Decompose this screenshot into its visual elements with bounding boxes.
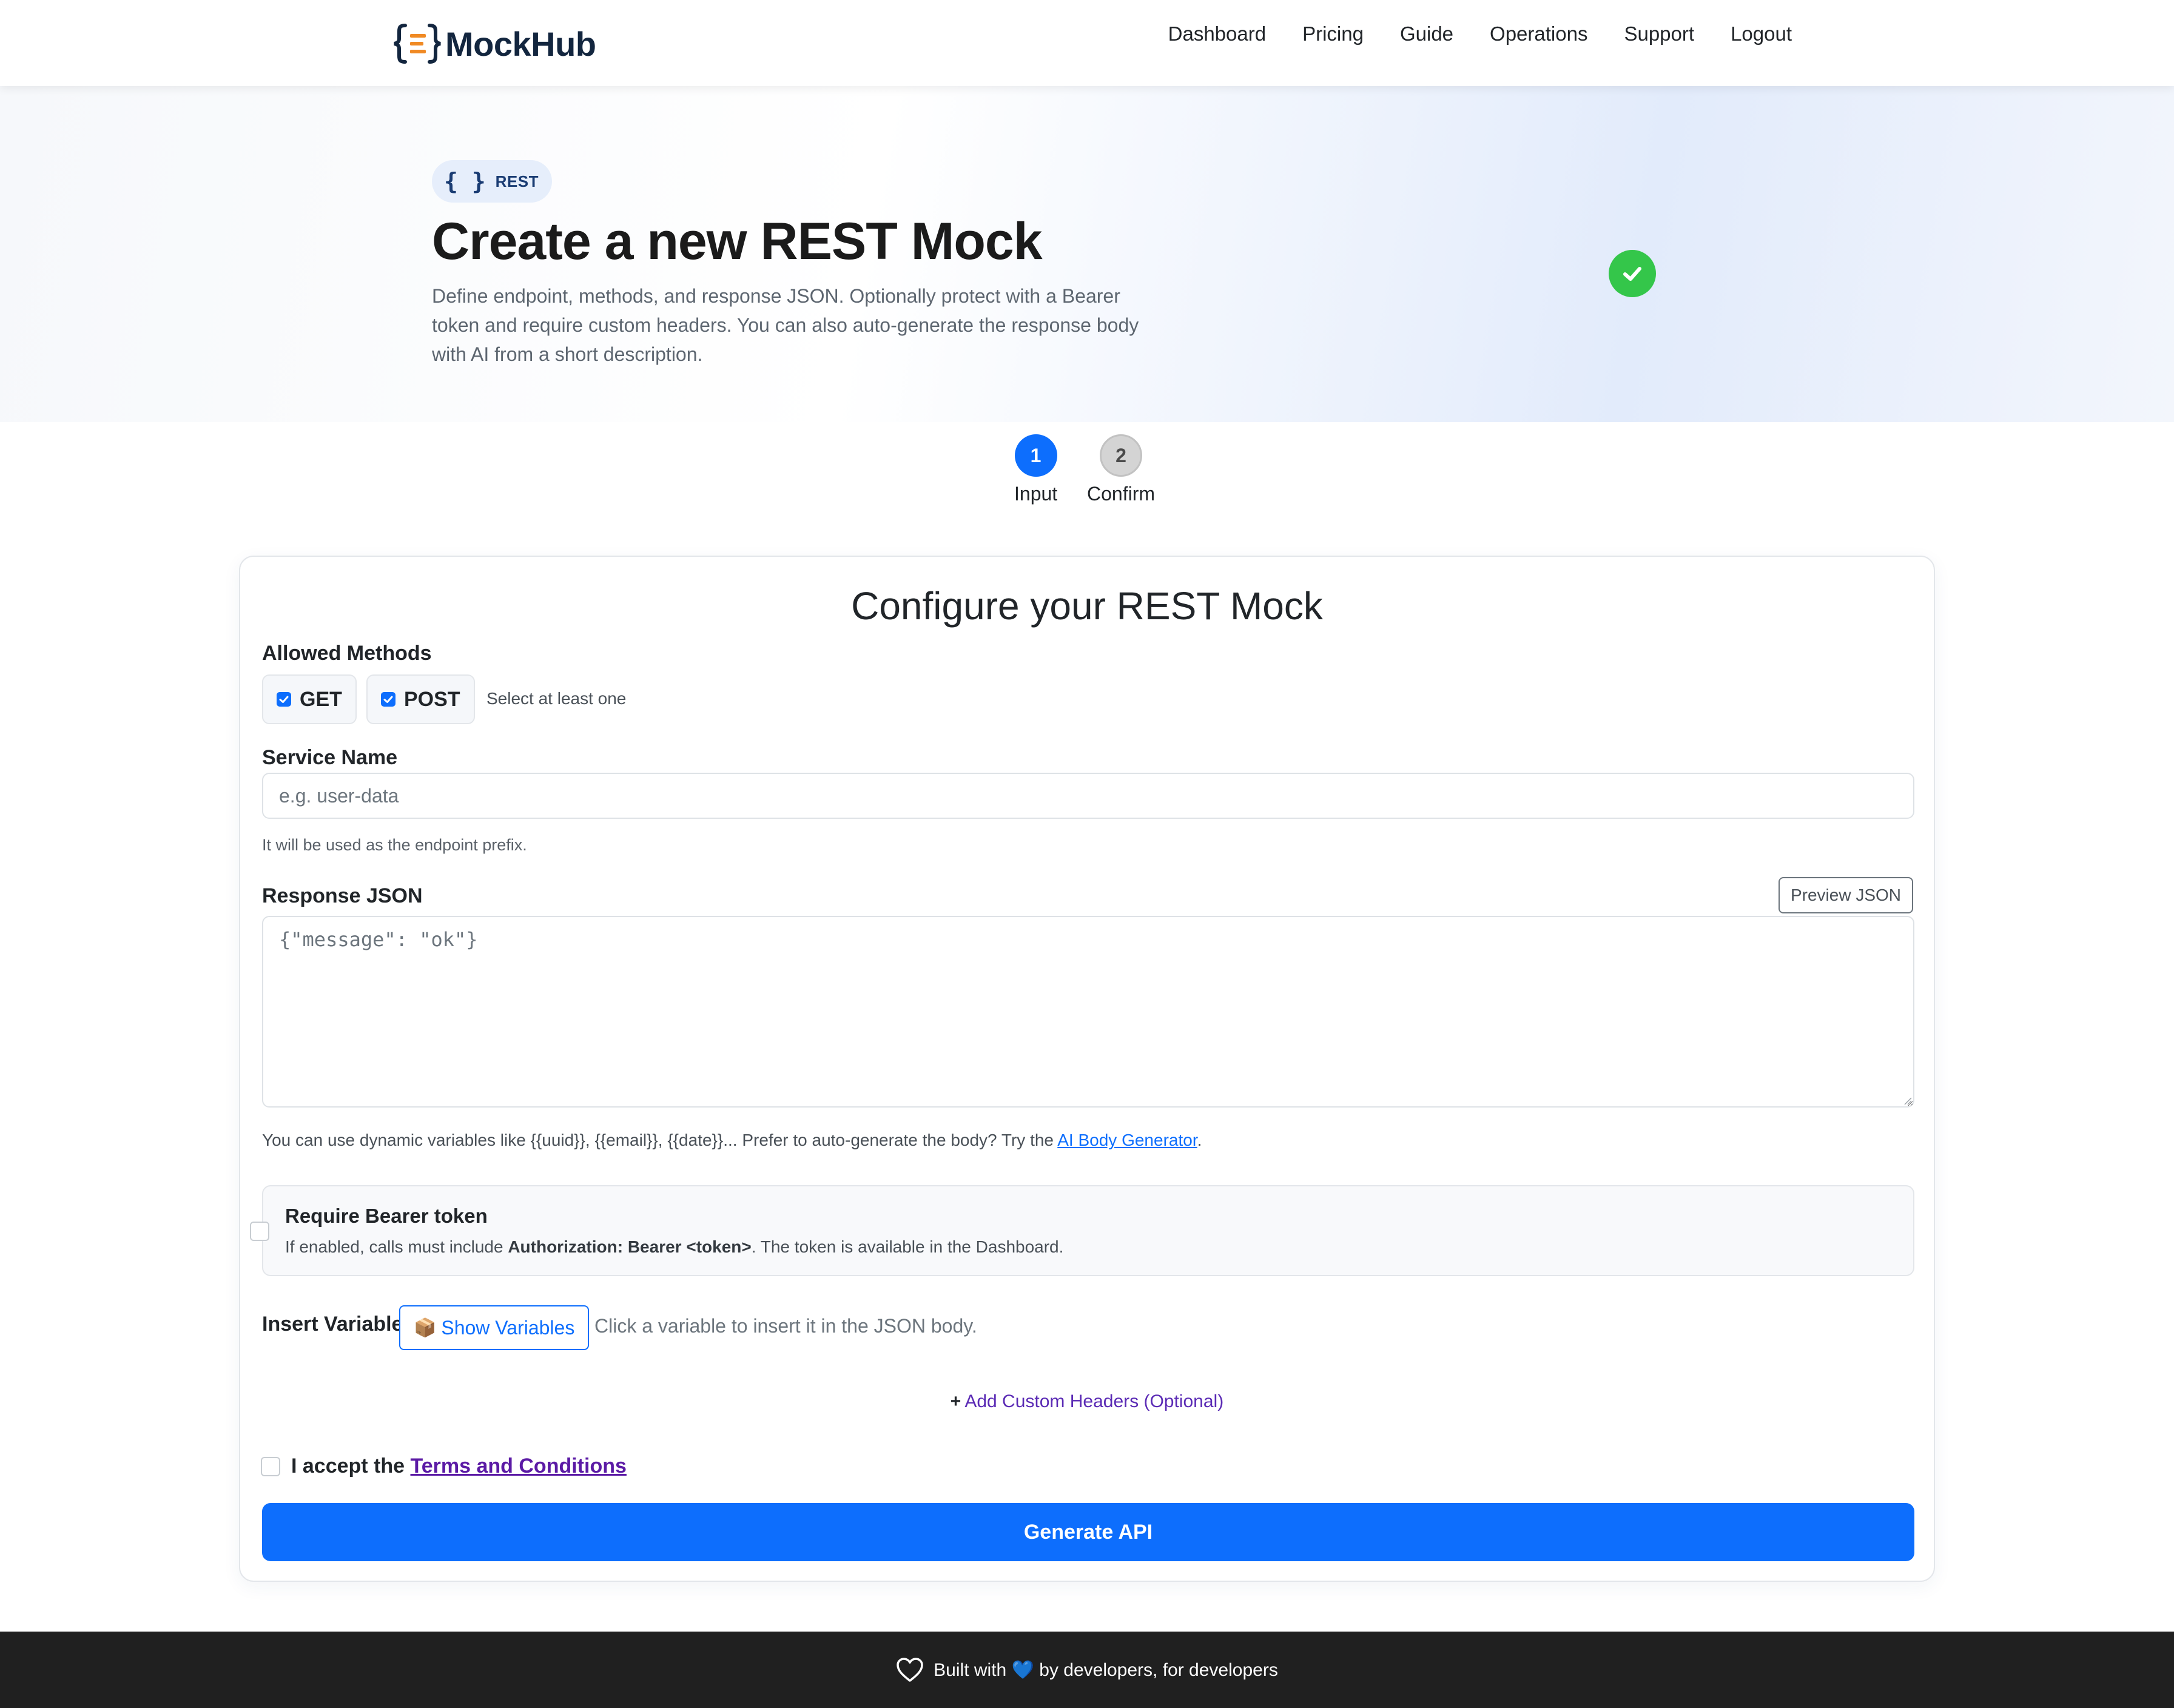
footer-text-before: Built with — [934, 1659, 1012, 1680]
card-title: Configure your REST Mock — [851, 584, 1323, 628]
nav-guide[interactable]: Guide — [1400, 22, 1453, 46]
badge-label: REST — [495, 172, 539, 190]
brand-logo[interactable]: MockHub — [392, 22, 596, 66]
bearer-header-example: Authorization: Bearer <token> — [508, 1237, 752, 1256]
checkbox-checked-icon[interactable] — [277, 692, 291, 707]
step-number: 2 — [1100, 434, 1142, 477]
insert-variable-label: Insert Variable — [262, 1313, 403, 1336]
footer-text: Built with 💙 by developers, for develope… — [934, 1659, 1278, 1681]
terms-label: I accept the Terms and Conditions — [291, 1454, 627, 1478]
bearer-desc-prefix: If enabled, calls must include — [285, 1237, 508, 1256]
show-variables-button[interactable]: 📦 Show Variables — [399, 1305, 590, 1350]
method-post-label: POST — [404, 687, 460, 711]
terms-link[interactable]: Terms and Conditions — [411, 1454, 627, 1478]
hero: { } REST Create a new REST Mock Define e… — [0, 86, 2174, 422]
show-variables-label: Show Variables — [441, 1316, 575, 1339]
generate-api-button[interactable]: Generate API — [262, 1503, 1914, 1561]
navbar: MockHub Dashboard Pricing Guide Operatio… — [0, 0, 2174, 86]
bearer-token-panel: Require Bearer token If enabled, calls m… — [250, 1185, 1914, 1276]
bearer-token-title: Require Bearer token — [285, 1205, 488, 1227]
dynamic-help-text: You can use dynamic variables like {{uui… — [262, 1131, 1058, 1149]
variables-hint: Click a variable to insert it in the JSO… — [594, 1315, 977, 1337]
terms-prefix: I accept the — [291, 1454, 411, 1478]
nav-menu: Dashboard Pricing Guide Operations Suppo… — [1168, 22, 1792, 46]
resize-handle-icon[interactable] — [1903, 1097, 1912, 1105]
page-title: Create a new REST Mock — [432, 212, 1043, 271]
page-description: Define endpoint, methods, and response J… — [432, 285, 1139, 365]
preview-json-button[interactable]: Preview JSON — [1778, 877, 1913, 913]
step-label: Confirm — [1087, 483, 1156, 505]
nav-pricing[interactable]: Pricing — [1302, 22, 1364, 46]
step-input: 1 Input — [1014, 434, 1057, 506]
package-icon: 📦 — [414, 1317, 437, 1338]
checkbox-checked-icon[interactable] — [381, 692, 395, 707]
step-number: 1 — [1014, 434, 1057, 477]
nav-support[interactable]: Support — [1624, 22, 1694, 46]
method-get-label: GET — [300, 687, 342, 711]
check-circle-icon — [1609, 250, 1656, 297]
heart-outline-icon — [897, 1658, 923, 1682]
service-name-input[interactable] — [262, 773, 1914, 819]
nav-operations[interactable]: Operations — [1490, 22, 1587, 46]
checkmark-icon — [1623, 267, 1641, 281]
footer-text-after: by developers, for developers — [1034, 1659, 1278, 1680]
blue-heart-icon: 💙 — [1011, 1659, 1034, 1680]
service-name-label: Service Name — [262, 746, 398, 769]
response-json-editor[interactable]: {"message": "ok"} — [262, 916, 1914, 1108]
brand-name: MockHub — [445, 24, 596, 63]
stepper: 1 Input 2 Confirm — [0, 434, 2174, 507]
plus-icon: + — [950, 1391, 961, 1411]
footer: Built with 💙 by developers, for develope… — [0, 1632, 2174, 1708]
service-name-help: It will be used as the endpoint prefix. — [262, 836, 527, 854]
bearer-token-description: If enabled, calls must include Authoriza… — [285, 1237, 1063, 1257]
methods-hint: Select at least one — [486, 689, 627, 708]
add-custom-headers-label: Add Custom Headers (Optional) — [964, 1391, 1224, 1411]
nav-logout[interactable]: Logout — [1731, 22, 1792, 46]
terms-checkbox[interactable] — [261, 1457, 280, 1476]
braces-icon: { } — [444, 168, 486, 195]
brand-braces-icon — [394, 24, 441, 64]
allowed-methods-label: Allowed Methods — [262, 642, 432, 665]
bearer-desc-suffix: . The token is available in the Dashboar… — [751, 1237, 1064, 1256]
method-get-checkbox[interactable]: GET — [262, 674, 357, 724]
method-post-checkbox[interactable]: POST — [366, 674, 475, 724]
config-card: Configure your REST Mock Allowed Methods… — [239, 556, 1935, 1582]
rest-badge: { } REST — [432, 160, 552, 203]
step-confirm: 2 Confirm — [1087, 434, 1155, 506]
dynamic-variables-help: You can use dynamic variables like {{uui… — [262, 1131, 1202, 1150]
bearer-token-checkbox[interactable] — [250, 1222, 269, 1241]
response-json-label: Response JSON — [262, 884, 423, 907]
step-label: Input — [1014, 483, 1058, 505]
ai-body-generator-link[interactable]: AI Body Generator — [1057, 1131, 1197, 1149]
nav-dashboard[interactable]: Dashboard — [1168, 22, 1266, 46]
dynamic-help-suffix: . — [1197, 1131, 1202, 1149]
add-custom-headers-link[interactable]: + Add Custom Headers (Optional) — [240, 1391, 1934, 1412]
